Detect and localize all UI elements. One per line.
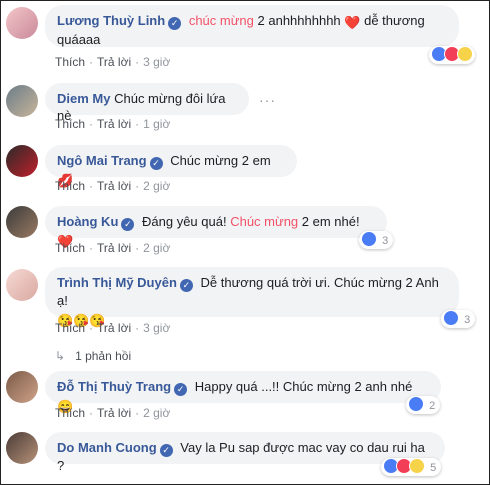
haha-reaction-icon (409, 458, 425, 474)
haha-reaction-icon (457, 46, 473, 62)
comment-actions: Thích · Trả lời · 3 giờ (55, 321, 171, 335)
avatar[interactable] (6, 145, 38, 177)
avatar[interactable] (6, 371, 38, 403)
comment-bubble: Lương Thuỳ Linh ✓ chúc mừng 2 anhhhhhhhh … (45, 5, 459, 47)
timestamp[interactable]: 3 giờ (143, 55, 170, 69)
highlight-link[interactable]: chúc mừng (189, 13, 254, 28)
like-link[interactable]: Thích (55, 241, 85, 255)
author-name[interactable]: Ngô Mai Trang (57, 153, 147, 168)
author-name[interactable]: Hoàng Ku (57, 214, 118, 229)
comment-text: 2 anhhhhhhhh (253, 13, 341, 28)
reply-link[interactable]: Trả lời (97, 117, 131, 131)
timestamp[interactable]: 2 giờ (143, 179, 170, 193)
reaction-count: 2 (429, 400, 436, 412)
author-name[interactable]: Diem My (57, 91, 110, 106)
timestamp[interactable]: 1 giờ (143, 117, 170, 131)
verified-badge-icon: ✓ (179, 279, 193, 292)
reply-link[interactable]: Trả lời (97, 241, 131, 255)
reaction-summary[interactable]: 3 (441, 310, 476, 328)
like-reaction-icon (443, 310, 459, 326)
comment-actions: Thích · Trả lời · 2 giờ (55, 241, 171, 255)
author-name[interactable]: Lương Thuỳ Linh (57, 13, 165, 28)
comment-bubble: Hoàng Ku ✓ Đáng yêu quá! Chúc mừng 2 em n… (45, 206, 387, 249)
like-reaction-icon (408, 396, 424, 412)
avatar[interactable] (6, 269, 38, 301)
like-link[interactable]: Thích (55, 321, 85, 335)
comment-bubble: Diem My Chúc mừng đôi lứa nè (45, 83, 249, 123)
heart-emoji-icon: ❤️ (344, 15, 361, 30)
reaction-count: 5 (430, 462, 437, 474)
like-link[interactable]: Thích (55, 117, 85, 131)
reaction-summary[interactable]: 3 (359, 231, 394, 249)
view-replies-link[interactable]: ↳ 1 phản hồi (55, 349, 131, 363)
comment-bubble: Đỗ Thị Thuỳ Trang ✓ Happy quá ...!! Chúc … (45, 371, 441, 414)
avatar[interactable] (6, 206, 38, 238)
verified-badge-icon: ✓ (121, 218, 135, 231)
like-link[interactable]: Thích (55, 406, 85, 420)
avatar[interactable] (6, 432, 38, 464)
reaction-summary[interactable] (429, 46, 475, 64)
more-options-icon[interactable]: ··· (259, 92, 276, 108)
author-name[interactable]: Trình Thị Mỹ Duyên (57, 275, 177, 290)
reply-arrow-icon: ↳ (55, 349, 66, 363)
comment-actions: Thích · Trả lời · 1 giờ (55, 117, 171, 131)
verified-badge-icon: ✓ (149, 157, 163, 170)
comment-bubble: Trình Thị Mỹ Duyên ✓ Dễ thương quá trời ư… (45, 267, 459, 328)
highlight-link[interactable]: Chúc mừng (230, 214, 298, 229)
verified-badge-icon: ✓ (159, 444, 173, 457)
comment-actions: Thích · Trả lời · 3 giờ (55, 55, 171, 69)
avatar[interactable] (6, 85, 38, 117)
author-name[interactable]: Đỗ Thị Thuỳ Trang (57, 379, 171, 394)
comment-text-after: 2 em nhé! (298, 214, 360, 229)
timestamp[interactable]: 3 giờ (143, 321, 170, 335)
reaction-count: 3 (382, 235, 389, 247)
timestamp[interactable]: 2 giờ (143, 406, 170, 420)
reply-link[interactable]: Trả lời (97, 179, 131, 193)
replies-count: 1 phản hồi (75, 349, 132, 363)
author-name[interactable]: Do Manh Cuong (57, 440, 157, 455)
comment-actions: Thích · Trả lời · 2 giờ (55, 179, 171, 193)
comment-text: Happy quá ...!! Chúc mừng 2 anh nhé (194, 379, 413, 394)
comment-text: Chúc mừng 2 em (170, 153, 271, 168)
reaction-summary[interactable]: 2 (406, 396, 441, 414)
reply-link[interactable]: Trả lời (97, 321, 131, 335)
verified-badge-icon: ✓ (174, 383, 188, 396)
like-link[interactable]: Thích (55, 55, 85, 69)
timestamp[interactable]: 2 giờ (143, 241, 170, 255)
reply-link[interactable]: Trả lời (97, 406, 131, 420)
verified-badge-icon: ✓ (168, 17, 182, 30)
like-link[interactable]: Thích (55, 179, 85, 193)
reaction-count: 3 (464, 314, 471, 326)
comment-actions: Thích · Trả lời · 2 giờ (55, 406, 171, 420)
reply-link[interactable]: Trả lời (97, 55, 131, 69)
avatar[interactable] (6, 7, 38, 39)
like-reaction-icon (361, 231, 377, 247)
comment-bubble: Ngô Mai Trang ✓ Chúc mừng 2 em 💋 (45, 145, 297, 188)
comment-text: Đáng yêu quá! (142, 214, 231, 229)
reaction-summary[interactable]: 5 (381, 458, 442, 476)
